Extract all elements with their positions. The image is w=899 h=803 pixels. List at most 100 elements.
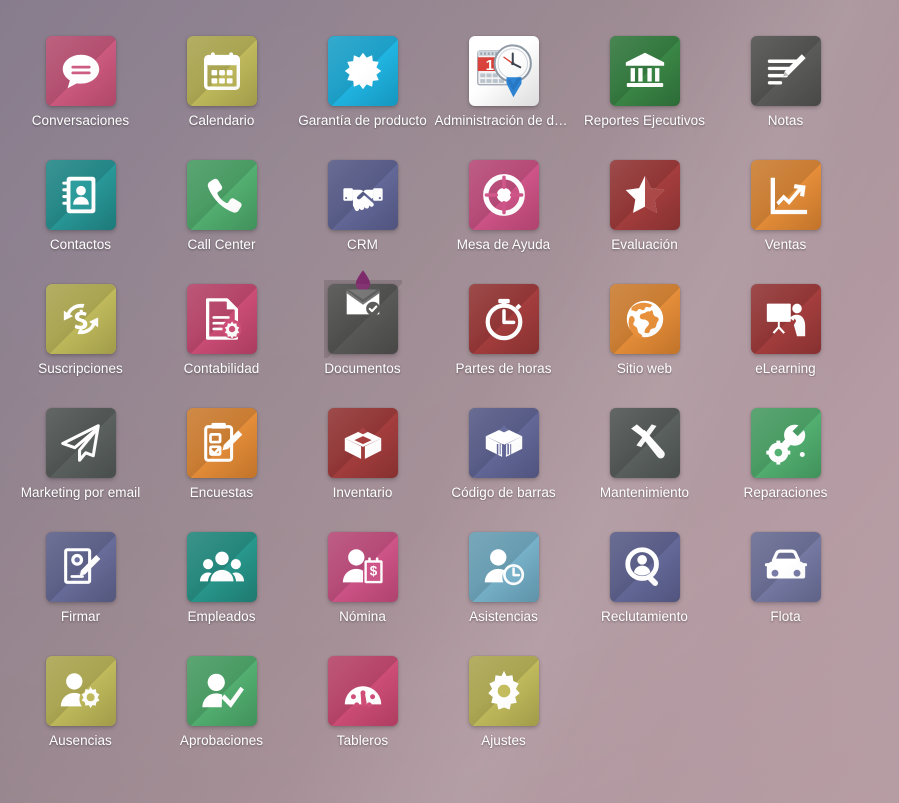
handshake-icon [328,160,398,230]
app-tile-document-tray-drop[interactable] [323,270,402,358]
app-item[interactable]: Call Center [151,160,292,284]
app-item[interactable]: Notas [715,36,856,160]
app-tile-stopwatch[interactable] [468,284,539,354]
app-item[interactable]: Contactos [10,160,151,284]
app-tile-open-box[interactable] [327,408,398,478]
app-tile-starburst-seal[interactable] [327,36,398,106]
app-label: Marketing por email [20,485,141,500]
app-tile-person-gear[interactable] [45,656,116,726]
app-tile-paper-plane[interactable] [45,408,116,478]
app-item[interactable]: eLearning [715,284,856,408]
app-item[interactable]: Reportes Ejecutivos [574,36,715,160]
app-item[interactable]: Reparaciones [715,408,856,532]
app-tile-calendar-clock-check[interactable]: 12 [468,36,539,106]
app-tile-bank-building[interactable] [609,36,680,106]
app-item[interactable]: Empleados [151,532,292,656]
app-label: Reportes Ejecutivos [583,113,705,128]
svg-text:$: $ [369,564,377,579]
box-barcode-icon [469,408,539,478]
app-item[interactable]: Flota [715,532,856,656]
app-item[interactable]: Ventas [715,160,856,284]
app-tile-person-search[interactable] [609,532,680,602]
app-tile-phone-handset[interactable] [186,160,257,230]
app-item[interactable]: Sitio web [574,284,715,408]
app-tile-wrench-gear[interactable] [750,408,821,478]
app-tile-note-pencil[interactable] [750,36,821,106]
app-tile-trending-chart[interactable] [750,160,821,230]
app-label: Código de barras [451,485,556,500]
app-label: CRM [347,237,378,252]
app-label: Evaluación [611,237,678,252]
app-tile-people-group[interactable] [186,532,257,602]
app-item[interactable]: Contabilidad [151,284,292,408]
app-item[interactable]: Firmar [10,532,151,656]
app-item[interactable]: Suscripciones [10,284,151,408]
app-label: Partes de horas [455,361,552,376]
sign-document-icon [46,532,116,602]
app-item[interactable]: Reclutamiento [574,532,715,656]
presentation-teacher-icon [751,284,821,354]
app-tile-half-star[interactable] [609,160,680,230]
person-clock-icon [469,532,539,602]
app-item[interactable]: Ajustes [433,656,574,780]
app-item[interactable]: CRM [292,160,433,284]
app-item[interactable]: Garantía de producto [292,36,433,160]
app-label: Nómina [339,609,386,624]
app-tile-life-ring[interactable] [468,160,539,230]
app-item[interactable]: Mesa de Ayuda [433,160,574,284]
app-item[interactable]: Mantenimiento [574,408,715,532]
app-tile-person-money[interactable]: $ [327,532,398,602]
half-star-icon [610,160,680,230]
app-tile-clipboard-pencil[interactable] [186,408,257,478]
app-item[interactable]: Evaluación [574,160,715,284]
app-item[interactable]: Marketing por email [10,408,151,532]
app-tile-handshake[interactable] [327,160,398,230]
app-label: Firmar [60,609,101,624]
app-label: Encuestas [189,485,254,500]
app-tile-chat-bubble[interactable] [45,36,116,106]
app-tile-person-check[interactable] [186,656,257,726]
app-item[interactable]: Calendario [151,36,292,160]
app-item[interactable]: Asistencias [433,532,574,656]
app-tile-globe[interactable] [609,284,680,354]
app-item[interactable]: Tableros [292,656,433,780]
dollar-refresh-icon [46,284,116,354]
bank-building-icon [610,36,680,106]
app-item[interactable]: Documentos [292,270,433,408]
app-tile-dollar-refresh[interactable] [45,284,116,354]
app-tile-car[interactable] [750,532,821,602]
app-item[interactable]: Conversaciones [10,36,151,160]
app-tile-box-barcode[interactable] [468,408,539,478]
app-item[interactable]: Ausencias [10,656,151,780]
note-pencil-icon [751,36,821,106]
car-icon [751,532,821,602]
app-label: Tableros [336,733,389,748]
paper-plane-icon [46,408,116,478]
app-label: Contabilidad [183,361,260,376]
app-item[interactable]: $ Nómina [292,532,433,656]
app-label: Inventario [332,485,393,500]
app-item[interactable]: Inventario [292,408,433,532]
app-tile-gear[interactable] [468,656,539,726]
app-label: Empleados [187,609,256,624]
calendar-icon [187,36,257,106]
app-item[interactable]: 12 Administración de documentos [433,36,574,160]
app-label: Administración de documentos [434,113,573,128]
app-item[interactable]: Aprobaciones [151,656,292,780]
app-label: Ventas [764,237,807,252]
app-launcher-grid: Conversaciones Calendario Garantía de prod… [0,0,899,803]
app-tile-calendar[interactable] [186,36,257,106]
app-item[interactable]: Partes de horas [433,284,574,408]
app-item[interactable]: Encuestas [151,408,292,532]
app-tile-presentation-teacher[interactable] [750,284,821,354]
app-label: Ausencias [49,733,112,748]
app-tile-gauge-dashboard[interactable] [327,656,398,726]
gear-icon [469,656,539,726]
app-tile-person-clock[interactable] [468,532,539,602]
app-tile-sign-document[interactable] [45,532,116,602]
app-label: Calendario [188,113,255,128]
app-item[interactable]: Código de barras [433,408,574,532]
app-tile-hammer-screwdriver[interactable] [609,408,680,478]
app-tile-invoice-gear[interactable] [186,284,257,354]
app-tile-address-book[interactable] [45,160,116,230]
